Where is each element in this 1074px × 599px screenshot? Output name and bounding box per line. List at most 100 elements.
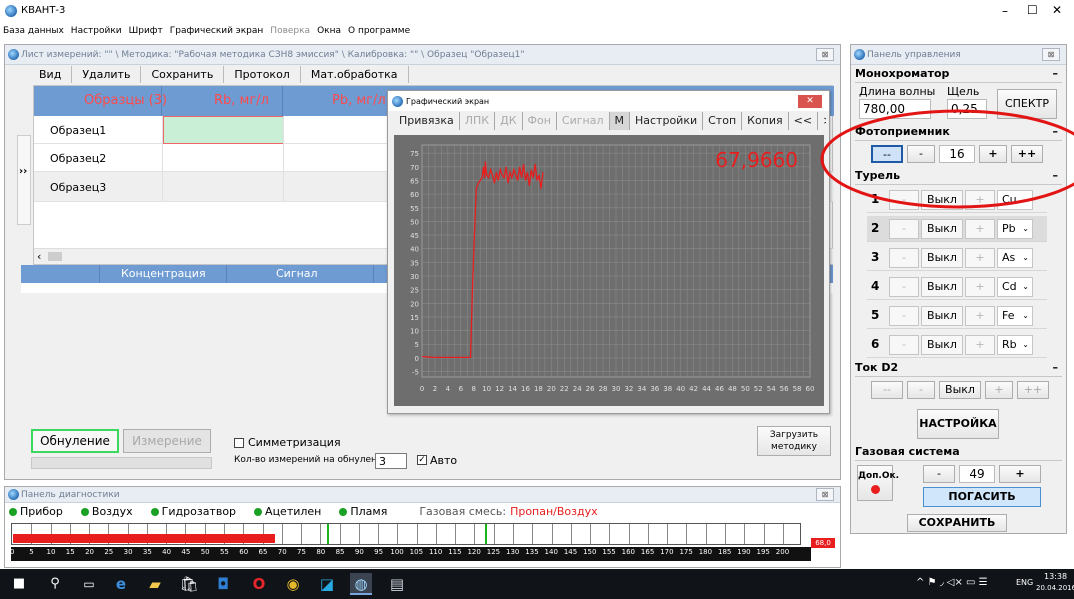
turret-plus-button[interactable]: +	[965, 190, 995, 210]
turret-row[interactable]: 5- Выкл + Fe ⌄	[867, 303, 1047, 329]
scroll-thumb[interactable]	[48, 252, 62, 261]
turret-toggle-button[interactable]: Выкл	[921, 190, 963, 210]
turret-row[interactable]: 4- Выкл + Cd ⌄	[867, 274, 1047, 300]
turret-minus-button[interactable]: -	[889, 306, 919, 326]
graph-tab[interactable]: Копия	[742, 112, 789, 130]
graph-close-button[interactable]: ✕	[798, 95, 822, 108]
menu-item[interactable]: Шрифт	[129, 26, 163, 36]
extinguish-button[interactable]: ПОГАСИТЬ	[923, 487, 1041, 507]
graph-tab[interactable]: ДК	[495, 112, 523, 130]
menu-item[interactable]: Настройки	[71, 26, 122, 36]
element-select[interactable]: Cd ⌄	[997, 277, 1033, 297]
column-samples[interactable]: Образцы (3)	[84, 93, 167, 108]
turret-toggle-button[interactable]: Выкл	[921, 277, 963, 297]
turret-row[interactable]: 1- Выкл + Cu ⌄	[867, 187, 1047, 213]
photo-plus-plus-button[interactable]: ++	[1011, 145, 1043, 163]
store-icon[interactable]: 🛍	[178, 573, 200, 595]
turret-plus-button[interactable]: +	[965, 306, 995, 326]
setup-button[interactable]: НАСТРОЙКА	[917, 409, 999, 439]
turret-minus-button[interactable]: -	[889, 219, 919, 239]
graph-tab[interactable]: <<	[789, 112, 819, 130]
wavelength-input[interactable]: 780,00	[859, 99, 931, 119]
opera-icon[interactable]: O	[248, 573, 270, 595]
sheet-toolbar-button[interactable]: Мат.обработка	[301, 66, 409, 83]
turret-toggle-button[interactable]: Выкл	[921, 219, 963, 239]
diag-close-button[interactable]: ⊠	[816, 488, 834, 501]
outlook-icon[interactable]: ◘	[212, 573, 234, 595]
save-button[interactable]: СОХРАНИТЬ	[907, 514, 1007, 532]
scroll-left-button[interactable]: ‹	[37, 250, 41, 263]
spectrum-button[interactable]: СПЕКТР	[997, 89, 1057, 119]
photo-minimize-button[interactable]: –	[1053, 125, 1059, 138]
element-select[interactable]: Cu ⌄	[997, 190, 1033, 210]
sheet-toolbar-button[interactable]: Сохранить	[141, 66, 225, 83]
edge-icon[interactable]: e	[110, 573, 132, 595]
extra-oxidizer-button[interactable]: Доп.Ок.	[857, 465, 899, 501]
turret-row[interactable]: 2- Выкл + Pb ⌄	[867, 216, 1047, 242]
graph-tab[interactable]: Привязка	[394, 112, 460, 130]
turret-plus-button[interactable]: +	[965, 277, 995, 297]
menu-item[interactable]: Поверка	[270, 26, 310, 36]
notes-icon[interactable]: ▤	[386, 573, 408, 595]
d2-minus-minus-button[interactable]: --	[871, 381, 903, 399]
selected-cell[interactable]	[163, 116, 284, 144]
d2-toggle-button[interactable]: Выкл	[939, 381, 981, 399]
turret-row[interactable]: 6- Выкл + Rb ⌄	[867, 332, 1047, 358]
d2-minus-button[interactable]: -	[907, 381, 935, 399]
gas-value[interactable]: 49	[959, 465, 995, 483]
chrome-icon[interactable]: ◉	[282, 573, 304, 595]
element-select[interactable]: As ⌄	[997, 248, 1033, 268]
sheet-toolbar-button[interactable]: Протокол	[224, 66, 301, 83]
menu-item[interactable]: О программе	[348, 26, 410, 36]
side-expander[interactable]: ››	[17, 135, 31, 225]
count-input[interactable]: 3	[375, 453, 407, 469]
photo-minus-button[interactable]: -	[907, 145, 935, 163]
minimize-button[interactable]: –	[1002, 4, 1008, 18]
turret-toggle-button[interactable]: Выкл	[921, 248, 963, 268]
task-view-icon[interactable]: ▭	[78, 573, 100, 595]
gas-plus-button[interactable]: +	[999, 465, 1041, 483]
photo-plus-button[interactable]: +	[979, 145, 1007, 163]
d2-plus-plus-button[interactable]: ++	[1017, 381, 1049, 399]
graph-tab[interactable]: Стоп	[703, 112, 743, 130]
sheet-toolbar-button[interactable]: Вид	[31, 66, 73, 83]
turret-minus-button[interactable]: -	[889, 248, 919, 268]
control-close-button[interactable]: ⊠	[1042, 48, 1060, 61]
zero-button[interactable]: Обнуление	[31, 429, 119, 453]
turret-toggle-button[interactable]: Выкл	[921, 335, 963, 355]
photo-value[interactable]: 16	[939, 145, 975, 163]
menu-item[interactable]: Графический экран	[170, 26, 264, 36]
turret-plus-button[interactable]: +	[965, 219, 995, 239]
clock-date[interactable]: 20.04.2016	[1036, 584, 1074, 592]
symmetrization-checkbox[interactable]	[234, 438, 244, 448]
maximize-button[interactable]: ☐	[1027, 3, 1038, 17]
d2-plus-button[interactable]: +	[985, 381, 1013, 399]
column-rb[interactable]: Rb, мг/л	[214, 93, 269, 108]
language-indicator[interactable]: ENG	[1016, 578, 1033, 587]
element-select[interactable]: Rb ⌄	[997, 335, 1033, 355]
graph-tab[interactable]: Сигнал	[557, 112, 610, 130]
graph-tab[interactable]: ЛПК	[460, 112, 496, 130]
close-button[interactable]: ✕	[1052, 3, 1062, 17]
system-tray[interactable]: ^ ⚑ ◞ ◁× ▭ ☰	[916, 577, 988, 588]
menu-item[interactable]: Окна	[317, 26, 341, 36]
slit-input[interactable]: 0,25	[947, 99, 987, 119]
turret-row[interactable]: 3- Выкл + As ⌄	[867, 245, 1047, 271]
column-concentration[interactable]: Концентрация	[121, 267, 206, 280]
graph-tab[interactable]: M	[609, 112, 630, 130]
d2-minimize-button[interactable]: –	[1053, 361, 1059, 374]
menu-item[interactable]: База данных	[3, 26, 64, 36]
measure-button[interactable]: Измерение	[123, 429, 211, 453]
turret-plus-button[interactable]: +	[965, 335, 995, 355]
file-explorer-icon[interactable]: ▰	[144, 573, 166, 595]
start-icon[interactable]: ■	[8, 573, 30, 595]
graph-tab[interactable]: Настройки	[630, 112, 704, 130]
load-method-button[interactable]: Загрузить методику	[757, 426, 831, 456]
turret-toggle-button[interactable]: Выкл	[921, 306, 963, 326]
gas-minus-button[interactable]: -	[923, 465, 955, 483]
clock-time[interactable]: 13:38	[1044, 572, 1067, 581]
auto-checkbox[interactable]: ✓	[417, 455, 427, 465]
skype-icon[interactable]: ◪	[316, 573, 338, 595]
turret-minus-button[interactable]: -	[889, 277, 919, 297]
graph-tab[interactable]: Фон	[523, 112, 557, 130]
